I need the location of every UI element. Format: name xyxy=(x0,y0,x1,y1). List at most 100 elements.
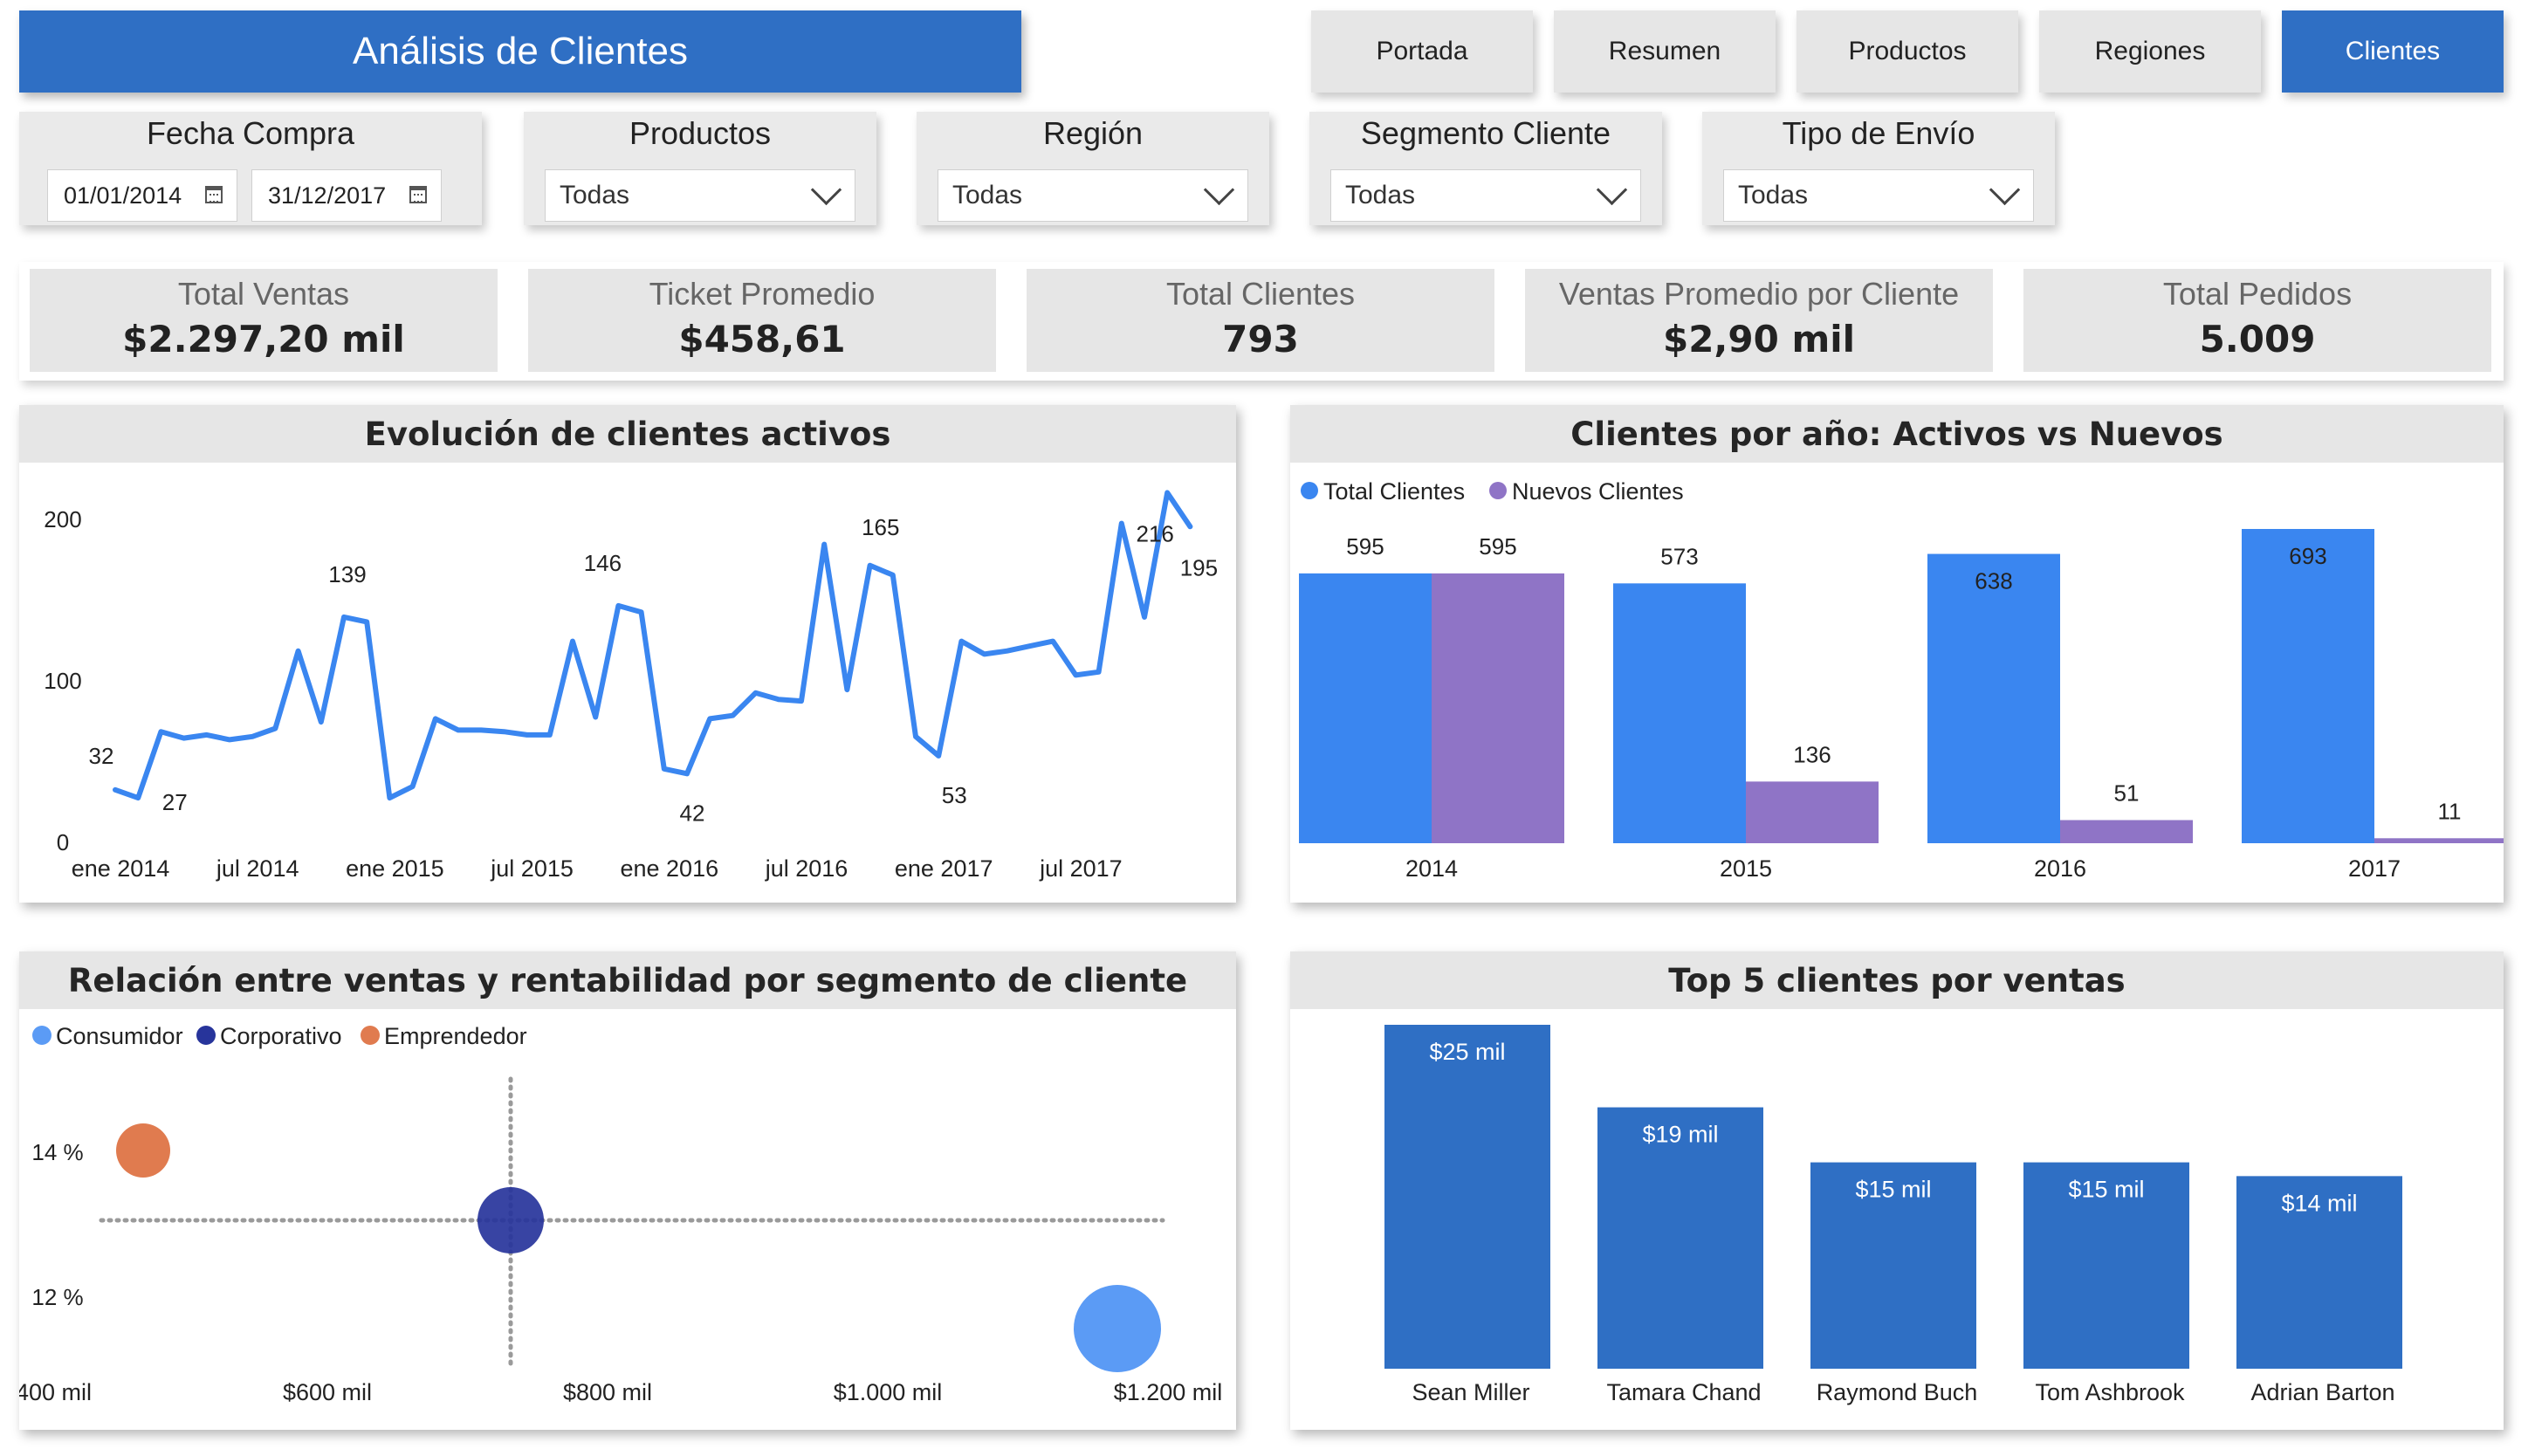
data-point xyxy=(685,772,689,776)
data-point xyxy=(571,639,574,643)
data-point xyxy=(890,573,895,577)
data-point xyxy=(525,732,529,737)
filter-productos: Productos Todas xyxy=(524,112,876,225)
scatter-point-corporativo xyxy=(477,1187,544,1253)
productos-select[interactable]: Todas xyxy=(545,169,855,222)
kpi-total-pedidos: Total Pedidos 5.009 xyxy=(2023,269,2491,372)
kpi-value: $2.297,20 mil xyxy=(122,318,405,361)
data-point xyxy=(616,603,621,608)
y-tick-label: 200 xyxy=(44,506,81,532)
x-tick-label: $600 mil xyxy=(283,1379,372,1405)
filter-region-label: Región xyxy=(1042,115,1144,151)
data-point xyxy=(868,563,872,567)
productos-select-value: Todas xyxy=(560,181,630,209)
data-label: $25 mil xyxy=(1429,1039,1505,1065)
legend-label: Corporativo xyxy=(220,1023,342,1049)
y-tick-label: 100 xyxy=(44,668,81,694)
bar-nuevos xyxy=(2374,838,2504,843)
line-chart: 0 100 200 ene 2014 jul 2014 ene 2015 jul 2015 e… xyxy=(44,490,1218,882)
legend-marker xyxy=(196,1026,216,1045)
x-tick-label: ene 2017 xyxy=(895,855,993,882)
x-tick-label: jul 2014 xyxy=(216,855,299,882)
filter-fecha-label: Fecha Compra xyxy=(146,115,355,151)
calendar-icon[interactable] xyxy=(409,186,427,203)
data-point xyxy=(731,713,735,718)
bar-total xyxy=(2242,528,2374,843)
x-tick-label: Tom Ashbrook xyxy=(2035,1379,2185,1405)
panel-clientes-por-ano: Clientes por año: Activos vs Nuevos Tota… xyxy=(1290,405,2504,903)
data-point xyxy=(204,732,209,737)
kpi-value: 793 xyxy=(1222,318,1299,361)
data-point xyxy=(776,697,780,702)
data-label: 216 xyxy=(1137,520,1174,546)
chevron-down-icon xyxy=(1989,174,2021,206)
legend-label: Consumidor xyxy=(56,1023,183,1049)
x-tick-label: 2016 xyxy=(2034,855,2086,882)
date-to-value: 31/12/2017 xyxy=(268,182,387,209)
kpi-value: $2,90 mil xyxy=(1662,318,1856,361)
x-tick-label: ene 2016 xyxy=(620,855,718,882)
x-tick-label: 2015 xyxy=(1720,855,1772,882)
nav-portada-button[interactable]: Portada xyxy=(1311,10,1533,93)
y-tick-label: 0 xyxy=(57,829,69,855)
nav-resumen-button[interactable]: Resumen xyxy=(1554,10,1776,93)
data-point xyxy=(1188,525,1192,529)
data-label: 146 xyxy=(584,550,622,576)
bar-nuevos xyxy=(1432,573,1564,843)
x-tick-label: ene 2015 xyxy=(346,855,444,882)
x-tick-label: $1.000 mil xyxy=(834,1379,943,1405)
date-to-input[interactable]: 31/12/2017 xyxy=(251,169,442,222)
data-point xyxy=(639,610,643,615)
envio-select[interactable]: Todas xyxy=(1723,169,2034,222)
top-clientes-bar-chart: $25 mil Sean Miller $19 mil Tamara Chand $15… xyxy=(1384,1025,2402,1405)
kpi-total-clientes: Total Clientes 793 xyxy=(1027,269,1494,372)
nav-productos-button[interactable]: Productos xyxy=(1796,10,2018,93)
filter-tipo-envio: Tipo de Envío Todas xyxy=(1702,112,2055,225)
bar-total xyxy=(1299,573,1432,843)
data-label: 638 xyxy=(1975,568,2012,594)
x-tick-label: 2014 xyxy=(1405,855,1458,882)
data-label: 573 xyxy=(1660,543,1698,569)
data-label: 595 xyxy=(1479,533,1516,560)
region-select[interactable]: Todas xyxy=(938,169,1248,222)
nav-regiones-button[interactable]: Regiones xyxy=(2039,10,2261,93)
data-point xyxy=(365,620,369,624)
chevron-down-icon xyxy=(1203,174,1235,206)
yearly-bar-chart: Total Clientes Nuevos Clientes 595 595 2014 5… xyxy=(1299,478,2504,882)
legend-marker xyxy=(1301,482,1318,499)
calendar-icon[interactable] xyxy=(205,186,223,203)
panel-ventas-rentabilidad: Relación entre ventas y rentabilidad por… xyxy=(19,951,1236,1430)
legend-marker xyxy=(361,1026,380,1045)
kpi-label: Total Pedidos xyxy=(2162,276,2353,312)
data-point xyxy=(457,728,460,732)
data-label: 693 xyxy=(2289,543,2326,569)
x-tick-label: Adrian Barton xyxy=(2250,1379,2394,1405)
kpi-label: Ventas Promedio por Cliente xyxy=(1558,276,1960,312)
kpi-label: Total Ventas xyxy=(177,276,350,312)
kpi-total-ventas: Total Ventas $2.297,20 mil xyxy=(30,269,498,372)
x-tick-label: jul 2016 xyxy=(765,855,848,882)
date-from-input[interactable]: 01/01/2014 xyxy=(47,169,237,222)
data-label: $15 mil xyxy=(2068,1177,2144,1203)
kpi-value: $458,61 xyxy=(678,318,846,361)
legend-label: Nuevos Clientes xyxy=(1512,478,1684,505)
data-point xyxy=(1096,670,1101,674)
data-label: 27 xyxy=(162,789,188,815)
bar-nuevos xyxy=(2060,820,2193,843)
data-point xyxy=(1051,639,1055,643)
nav-clientes-button[interactable]: Clientes xyxy=(2282,10,2504,93)
data-point xyxy=(662,766,666,771)
panel-clientes-activos: Evolución de clientes activos 0 100 200 ene… xyxy=(19,405,1236,903)
segmento-select[interactable]: Todas xyxy=(1330,169,1641,222)
data-point xyxy=(228,738,231,742)
data-label: 53 xyxy=(942,782,967,808)
kpi-value: 5.009 xyxy=(2199,318,2316,361)
data-point xyxy=(251,734,255,738)
data-point xyxy=(433,717,437,721)
data-point xyxy=(273,726,278,731)
data-label: $15 mil xyxy=(1855,1177,1931,1203)
date-from-value: 01/01/2014 xyxy=(64,182,182,209)
chevron-down-icon xyxy=(1596,174,1628,206)
data-label: 165 xyxy=(862,514,899,540)
x-tick-label: Raymond Buch xyxy=(1817,1379,1978,1405)
